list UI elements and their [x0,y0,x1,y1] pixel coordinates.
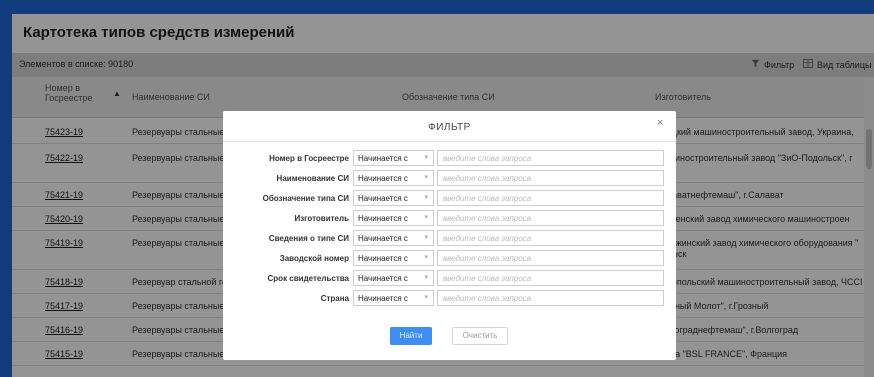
filter-dialog-title: ФИЛЬТР [428,122,471,133]
condition-select[interactable]: Начинается с ▾ [353,290,434,306]
chevron-down-icon: ▾ [424,234,428,241]
filter-label: Изготовитель [294,214,349,223]
filter-label: Номер в Госреестре [269,154,349,163]
filter-row-country: Страна Начинается с ▾ введите слова запро… [223,290,676,308]
condition-select[interactable]: Начинается с ▾ [353,270,434,286]
find-button[interactable]: Найти [390,327,432,345]
condition-select[interactable]: Начинается с ▾ [353,230,434,246]
chevron-down-icon: ▾ [424,274,428,281]
filter-input[interactable]: введите слова запроса [437,290,664,306]
close-icon[interactable]: × [657,117,663,129]
filter-row-type: Обозначение типа СИ Начинается с ▾ введит… [223,190,676,208]
filter-label: Срок свидетельства [267,274,349,283]
filter-label: Страна [320,294,349,303]
filter-input[interactable]: введите слова запроса [437,230,664,246]
filter-row-certificate: Срок свидетельства Начинается с ▾ введите… [223,270,676,288]
condition-select[interactable]: Начинается с ▾ [353,250,434,266]
filter-input[interactable]: введите слова запроса [437,210,664,226]
chevron-down-icon: ▾ [424,154,428,161]
filter-row-name: Наименование СИ Начинается с ▾ введите сл… [223,170,676,188]
chevron-down-icon: ▾ [424,254,428,261]
condition-select[interactable]: Начинается с ▾ [353,170,434,186]
filter-input[interactable]: введите слова запроса [437,190,664,206]
condition-select[interactable]: Начинается с ▾ [353,150,434,166]
filter-input[interactable]: введите слова запроса [437,150,664,166]
condition-select[interactable]: Начинается с ▾ [353,190,434,206]
filter-row-number: Номер в Госреестре Начинается с ▾ введите… [223,150,676,168]
filter-label: Наименование СИ [276,174,349,183]
condition-select[interactable]: Начинается с ▾ [353,210,434,226]
filter-input[interactable]: введите слова запроса [437,170,664,186]
filter-row-maker: Изготовитель Начинается с ▾ введите слова… [223,210,676,228]
divider [223,141,676,142]
chevron-down-icon: ▾ [424,294,428,301]
filter-input[interactable]: введите слова запроса [437,270,664,286]
chevron-down-icon: ▾ [424,214,428,221]
filter-label: Заводской номер [279,254,349,263]
filter-input[interactable]: введите слова запроса [437,250,664,266]
filter-label: Обозначение типа СИ [262,194,349,203]
filter-row-type-info: Сведения о типе СИ Начинается с ▾ введите… [223,230,676,248]
chevron-down-icon: ▾ [424,194,428,201]
filter-label: Сведения о типе СИ [268,234,349,243]
filter-row-serial: Заводской номер Начинается с ▾ введите сл… [223,250,676,268]
filter-dialog: ФИЛЬТР × Номер в Госреестре Начинается с… [223,111,676,360]
clear-button[interactable]: Очистить [452,327,508,345]
chevron-down-icon: ▾ [424,174,428,181]
